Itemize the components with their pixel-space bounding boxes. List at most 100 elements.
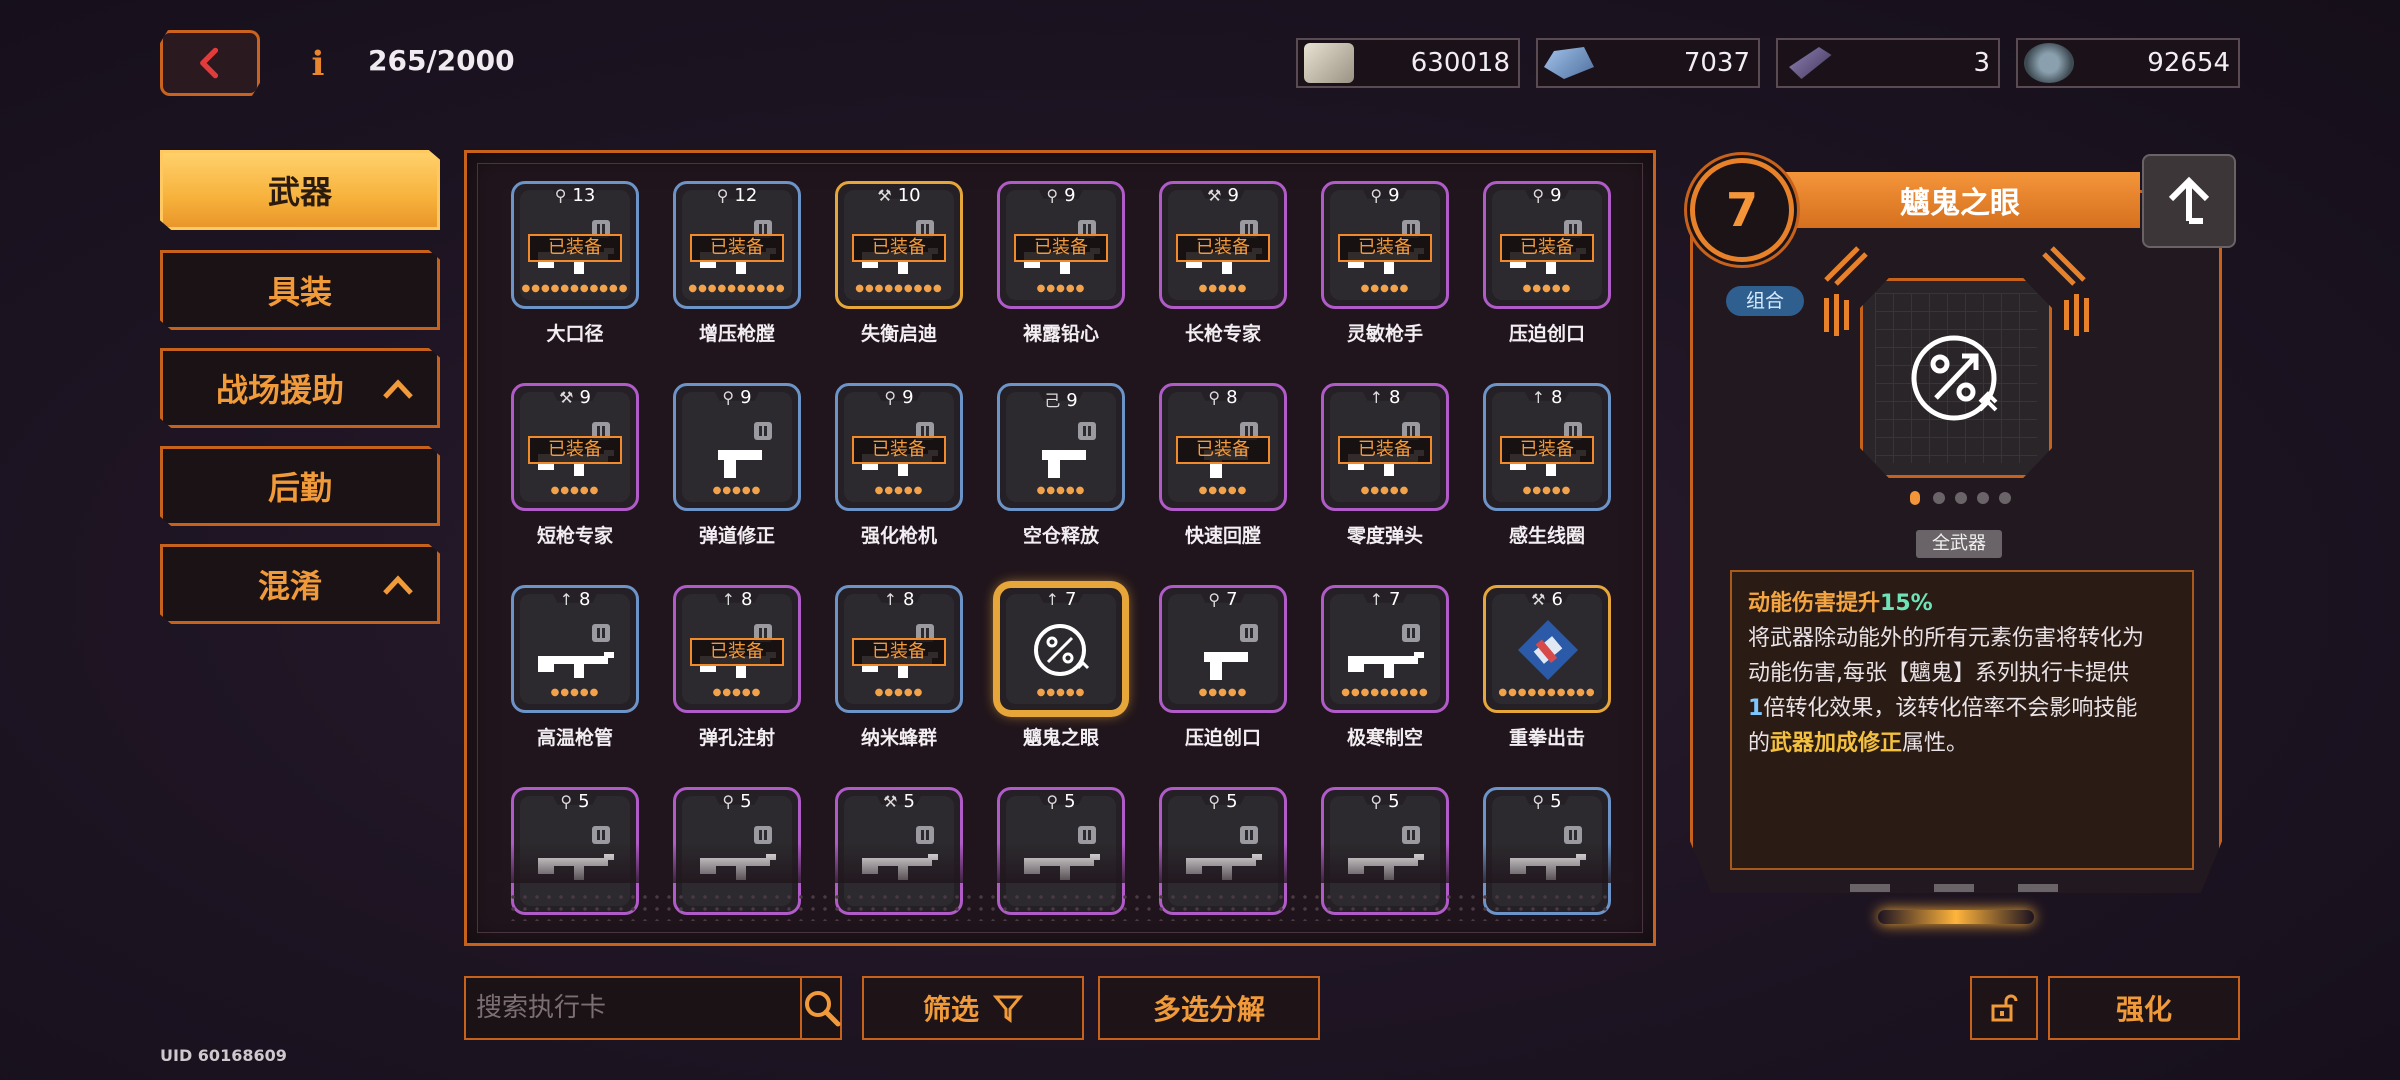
skill-card[interactable]: ⚲ 9 已装备 ●●●●● <box>1321 181 1449 309</box>
sidebar-item-label: 后勤 <box>267 469 332 507</box>
currency-value: 92654 <box>2147 48 2230 78</box>
skill-card[interactable]: ↑ 8 已装备 ●●●●● <box>835 585 963 713</box>
card-level: ⚒ 10 <box>838 185 960 206</box>
star-rating: ●●●●● <box>1360 485 1410 496</box>
decorative-bars-icon <box>2064 294 2089 336</box>
skill-card[interactable]: ↑ 8 已装备 ●●●●● <box>1483 383 1611 511</box>
level-value: 9 <box>579 387 591 408</box>
level-symbol: ⚲ <box>1046 186 1059 205</box>
skill-card[interactable]: ⚒ 9 已装备 ●●●●● <box>1159 181 1287 309</box>
skill-card[interactable]: 己 9 ●●●●● <box>997 383 1125 511</box>
skill-card[interactable]: ⚲ 12 已装备 ●●●●●●●●●● <box>673 181 801 309</box>
card-name: 裸露铅心 <box>1022 323 1099 345</box>
card-level: ⚒ 9 <box>514 387 636 408</box>
card-level: ⚒ 5 <box>838 791 960 812</box>
skill-card[interactable]: ⚲ 9 已装备 ●●●●● <box>1483 181 1611 309</box>
level-symbol: ↑ <box>1531 388 1545 407</box>
star-rating: ●●●●● <box>1360 283 1410 294</box>
level-symbol: ⚲ <box>1532 792 1545 811</box>
level-value: 10 <box>897 185 921 206</box>
skill-card[interactable]: ⚲ 13 已装备 ●●●●●●●●●●● <box>511 181 639 309</box>
equipped-badge: 已装备 <box>1338 234 1432 262</box>
skill-card[interactable]: ⚲ 9 ●●●●● <box>673 383 801 511</box>
skill-card[interactable]: ⚲ 8 已装备 ●●●●● <box>1159 383 1287 511</box>
lock-button[interactable] <box>1970 976 2038 1040</box>
sidebar-item-battlefield-support[interactable]: 战场援助 <box>160 348 440 428</box>
sidebar-item-weapons[interactable]: 武器 <box>160 150 440 230</box>
skill-card[interactable]: ↑ 8 已装备 ●●●●● <box>1321 383 1449 511</box>
equipped-badge: 已装备 <box>1338 436 1432 464</box>
search-button[interactable] <box>800 978 842 1038</box>
level-value: 8 <box>1226 387 1238 408</box>
multi-dismantle-button[interactable]: 多选分解 <box>1098 976 1320 1040</box>
skill-card[interactable]: ⚒ 9 已装备 ●●●●● <box>511 383 639 511</box>
skill-card[interactable]: ⚒ 6 ●●●●●●●●●● <box>1483 585 1611 713</box>
skill-card[interactable]: ↑ 7 ●●●●●●●●● <box>1321 585 1449 713</box>
sidebar-item-obfuscation[interactable]: 混淆 <box>160 544 440 624</box>
skill-card[interactable]: ⚒ 10 已装备 ●●●●●●●●● <box>835 181 963 309</box>
level-value: 8 <box>902 589 915 610</box>
card-name: 失衡启迪 <box>860 323 937 345</box>
card-level: ⚲ 5 <box>1000 791 1122 812</box>
skill-card[interactable]: ⚲ 9 已装备 ●●●●● <box>835 383 963 511</box>
card-level: ↑ 7 <box>1000 589 1122 610</box>
enhance-label: 强化 <box>2115 993 2172 1026</box>
info-icon[interactable]: i <box>306 44 330 84</box>
module-icon <box>592 624 610 642</box>
sidebar-item-logistics[interactable]: 后勤 <box>160 446 440 526</box>
level-value: 5 <box>740 791 752 812</box>
skill-card[interactable]: ⚲ 7 ●●●●● <box>1159 585 1287 713</box>
card-emblem <box>1860 278 2052 478</box>
level-symbol: ↑ <box>1045 590 1059 609</box>
equipped-badge: 已装备 <box>690 638 784 666</box>
skill-card[interactable]: ↑ 7 ●●●●● <box>997 585 1125 713</box>
skill-card[interactable]: ↑ 8 已装备 ●●●●● <box>673 585 801 713</box>
chevron-up-icon <box>383 379 413 399</box>
card-level: ↑ 8 <box>676 589 798 610</box>
card-level: ⚲ 9 <box>676 387 798 408</box>
card-level: 己9 <box>1000 387 1122 411</box>
punch-icon <box>1518 620 1578 680</box>
level-symbol: ⚲ <box>1208 590 1221 609</box>
user-id: UID 60168609 <box>160 1046 287 1065</box>
equipped-badge: 已装备 <box>1500 234 1594 262</box>
star-rating: ●●●●● <box>1522 283 1572 294</box>
currency-ingot: 7037 <box>1536 38 1760 88</box>
card-name: 长枪专家 <box>1184 323 1261 345</box>
level-value: 8 <box>740 589 753 610</box>
back-button[interactable] <box>160 30 260 96</box>
module-icon <box>1240 624 1258 642</box>
star-rating: ●●●●●●●●● <box>1341 687 1429 698</box>
sidebar-item-armor[interactable]: 具装 <box>160 250 440 330</box>
card-level: ⚲ 9 <box>1486 185 1608 206</box>
page-indicator-bar <box>1878 910 2034 924</box>
level-symbol: ⚲ <box>1208 792 1221 811</box>
star-rating: ●●●●● <box>1198 687 1248 698</box>
card-level: ↑ 8 <box>514 589 636 610</box>
search-input[interactable] <box>466 978 800 1038</box>
upgrade-button[interactable] <box>2142 154 2236 248</box>
module-icon <box>754 422 772 440</box>
equipped-badge: 已装备 <box>1014 234 1108 262</box>
decorative-ticks <box>1850 884 2058 892</box>
scroll-fade <box>487 843 1633 883</box>
skill-card[interactable]: ↑ 8 ●●●●● <box>511 585 639 713</box>
star-rating: ●●●●● <box>550 687 600 698</box>
desc-text: 属性。 <box>1902 731 1969 756</box>
card-name: 重拳出击 <box>1508 727 1585 749</box>
filter-button[interactable]: 筛选 <box>862 976 1084 1040</box>
gear-icon <box>2024 43 2074 83</box>
level-symbol: ↑ <box>1369 590 1383 609</box>
level-value: 6 <box>1551 589 1563 610</box>
level-symbol: ⚲ <box>722 388 735 407</box>
equipped-badge: 已装备 <box>528 436 622 464</box>
equipped-badge: 已装备 <box>1176 436 1270 464</box>
pistol-icon <box>1042 450 1086 478</box>
module-icon <box>1402 624 1420 642</box>
enhance-button[interactable]: 强化 <box>2048 976 2240 1040</box>
skill-card[interactable]: ⚲ 9 已装备 ●●●●● <box>997 181 1125 309</box>
card-level: ↑ 7 <box>1324 589 1446 610</box>
star-rating: ●●●●● <box>1198 283 1248 294</box>
decorative-stripes-icon <box>2042 246 2086 286</box>
percent-conversion-icon <box>1911 335 1998 421</box>
